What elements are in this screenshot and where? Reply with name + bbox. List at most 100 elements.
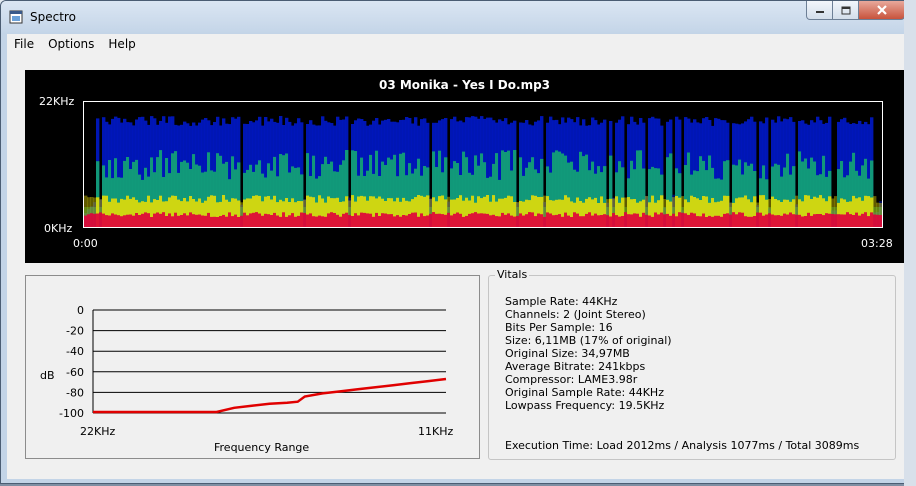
spectrogram-cell xyxy=(777,215,781,227)
spectrogram-cell xyxy=(624,212,628,227)
spectrogram-cell xyxy=(780,215,784,227)
y-tick-label: -40 xyxy=(66,345,84,358)
spectrogram-cell xyxy=(657,214,661,227)
spectrogram-cell xyxy=(717,215,721,227)
spectrogram-cell xyxy=(726,213,730,227)
spectrogram-cell xyxy=(633,213,637,227)
spectrogram-cell xyxy=(414,212,418,227)
execution-time: Execution Time: Load 2012ms / Analysis 1… xyxy=(505,439,860,452)
spectrogram-cell xyxy=(276,215,280,227)
chart-series xyxy=(93,377,447,414)
vital-size: Size: 6,11MB (17% of original) xyxy=(505,334,672,347)
spectrogram-cell xyxy=(237,217,241,227)
spectrogram-cell xyxy=(564,212,568,227)
spectrogram-cell xyxy=(330,212,334,227)
spectrogram-cell xyxy=(240,215,244,227)
spectrogram-cell xyxy=(252,212,256,227)
y-tick-label: -100 xyxy=(59,407,84,420)
y-tick-label: -20 xyxy=(66,325,84,338)
menu-help[interactable]: Help xyxy=(101,37,142,51)
spectrogram-cell xyxy=(747,216,751,227)
spectrogram-cell xyxy=(336,214,340,227)
spectrogram-cell xyxy=(654,212,658,227)
maximize-button[interactable] xyxy=(833,1,859,20)
spectrogram-cell xyxy=(687,214,691,227)
spectrogram-cell xyxy=(417,216,421,227)
spectrogram-cell xyxy=(639,216,643,227)
spectrogram-cell xyxy=(201,215,205,227)
spectrogram-cell xyxy=(750,216,754,227)
spectrogram-cell xyxy=(222,214,226,227)
app-icon xyxy=(9,10,23,24)
spectrogram-cell xyxy=(123,215,127,227)
spectrogram-cell xyxy=(363,212,367,227)
maximize-icon xyxy=(841,6,850,14)
x-start-label: 0:00 xyxy=(73,237,98,250)
spectrogram-cell xyxy=(513,216,517,227)
spectrogram-cell xyxy=(810,215,814,227)
spectrogram-cell xyxy=(669,215,673,227)
spectrogram-cell xyxy=(630,214,634,227)
spectrogram-cell xyxy=(423,216,427,227)
spectrogram-cell xyxy=(612,213,616,227)
minimize-icon xyxy=(815,11,824,13)
spectrogram-cell xyxy=(684,213,688,227)
spectrogram-cell xyxy=(732,212,736,227)
spectrogram-cell xyxy=(210,216,214,227)
spectrogram-cell xyxy=(576,213,580,227)
spectrogram-cell xyxy=(288,215,292,227)
spectrogram-cell xyxy=(816,214,820,227)
spectrogram-cell xyxy=(519,213,523,227)
spectrogram-cell xyxy=(807,212,811,227)
spectrogram-cell xyxy=(786,214,790,227)
y-tick-label: -60 xyxy=(66,366,84,379)
x-axis-label: Frequency Range xyxy=(214,441,309,454)
spectrogram-cell xyxy=(396,215,400,227)
spectrogram-cell xyxy=(333,213,337,227)
spectrogram-cell xyxy=(453,213,457,227)
spectrogram-cell xyxy=(822,215,826,227)
spectrogram-cell xyxy=(195,214,199,227)
spectrogram-cell xyxy=(303,213,307,227)
y-tick-label: -80 xyxy=(66,386,84,399)
spectrogram-cell xyxy=(768,213,772,227)
close-button[interactable] xyxy=(859,1,905,20)
spectrogram-cell xyxy=(627,214,631,227)
spectrogram-cell xyxy=(585,213,589,227)
menu-options[interactable]: Options xyxy=(41,37,101,51)
spectrogram-cell xyxy=(360,212,364,227)
spectrogram-cell xyxy=(516,215,520,227)
spectrogram-cell xyxy=(372,216,376,227)
spectrogram-cell xyxy=(300,212,304,227)
spectrogram-cell xyxy=(819,214,823,227)
spectrogram-cell xyxy=(246,215,250,227)
spectrogram-cell xyxy=(99,212,103,227)
window-controls xyxy=(806,1,905,21)
spectrogram-cell xyxy=(648,215,652,227)
spectrogram-cell xyxy=(111,213,115,227)
spectrogram-cell xyxy=(828,213,832,227)
menu-file[interactable]: File xyxy=(7,37,41,51)
spectrogram-cell xyxy=(609,216,613,227)
spectrogram-cell xyxy=(696,216,700,227)
spectrogram-cell xyxy=(306,214,310,227)
spectrogram-cell xyxy=(114,214,118,227)
vitals-group: Vitals Sample Rate: 44KHz Channels: 2 (J… xyxy=(488,268,896,460)
spectrogram-cell xyxy=(120,216,124,227)
spectro-window: Spectro File Options Help 03 Monika - Ye… xyxy=(0,0,912,484)
y-axis-label: dB xyxy=(40,369,55,382)
y-bottom-label: 0KHz xyxy=(44,222,73,235)
spectrogram-cell xyxy=(339,216,343,227)
spectrogram-cell xyxy=(729,214,733,227)
spectrogram-cell xyxy=(567,215,571,227)
spectrogram-cell xyxy=(348,215,352,227)
spectrogram-cell xyxy=(522,215,526,227)
minimize-button[interactable] xyxy=(806,1,833,20)
spectrogram-cell xyxy=(846,212,850,227)
title-bar[interactable]: Spectro xyxy=(1,1,911,33)
window-title: Spectro xyxy=(30,10,76,24)
spectrogram-cell xyxy=(645,214,649,227)
spectrogram-cell xyxy=(384,213,388,227)
spectrogram-cell xyxy=(837,214,841,227)
spectrogram-cell xyxy=(714,215,718,227)
